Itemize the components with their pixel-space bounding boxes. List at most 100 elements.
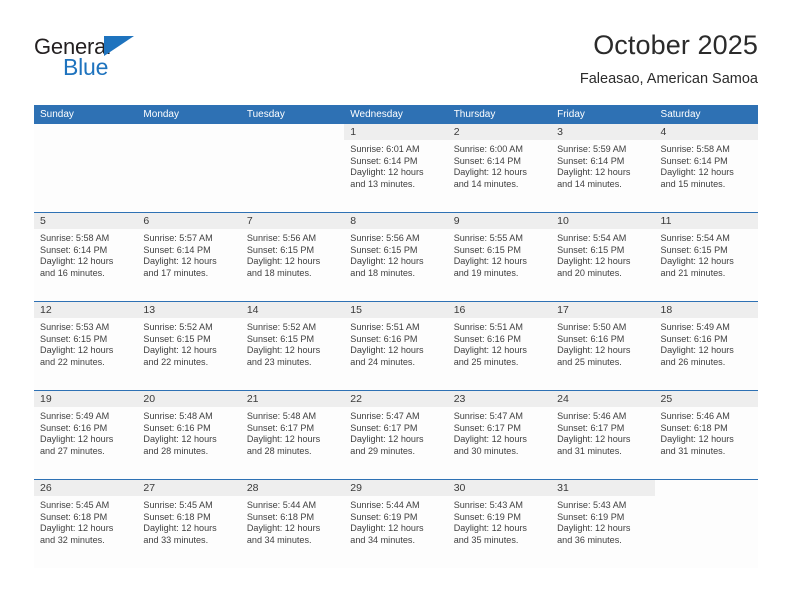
day-details: Sunrise: 5:44 AM Sunset: 6:19 PM Daylight:… bbox=[344, 496, 447, 547]
day-cell-10[interactable]: 10 Sunrise: 5:54 AM Sunset: 6:15 PM Dayligh… bbox=[551, 213, 655, 301]
sunrise-time: Sunrise: 5:56 AM bbox=[246, 233, 317, 243]
triangle-icon bbox=[104, 36, 134, 56]
daylight-line-1: Daylight: 12 hours bbox=[453, 256, 527, 267]
daylight-line-1: Daylight: 12 hours bbox=[350, 345, 424, 356]
sunrise-time: Sunrise: 5:51 AM bbox=[453, 322, 523, 332]
day-number: 27 bbox=[137, 480, 241, 496]
day-cell-11[interactable]: 11 Sunrise: 5:54 AM Sunset: 6:15 PM Dayligh… bbox=[654, 213, 758, 301]
day-cell-empty bbox=[654, 480, 758, 568]
day-cell-3[interactable]: 3 Sunrise: 5:59 AM Sunset: 6:14 PM Daylight… bbox=[551, 124, 655, 212]
day-cell-21[interactable]: 21 Sunrise: 5:48 AM Sunset: 6:17 PM Dayligh… bbox=[240, 391, 345, 479]
weekday-header-saturday: Saturday bbox=[660, 109, 701, 120]
weekday-header-row: Sunday Monday Tuesday Wednesday Thursday Frid… bbox=[34, 105, 758, 124]
daylight-line-1: Daylight: 12 hours bbox=[246, 256, 321, 267]
day-cell-6[interactable]: 6 Sunrise: 5:57 AM Sunset: 6:14 PM Daylight… bbox=[137, 213, 241, 301]
daylight-line-1: Daylight: 12 hours bbox=[246, 523, 321, 534]
sunrise-time: Sunrise: 5:52 AM bbox=[143, 322, 213, 332]
daylight-line-2: and 25 minutes. bbox=[453, 357, 519, 368]
day-details: Sunrise: 6:00 AM Sunset: 6:14 PM Daylight:… bbox=[448, 140, 551, 191]
day-details: Sunrise: 5:48 AM Sunset: 6:17 PM Daylight:… bbox=[241, 407, 344, 458]
page-header: General Blue October 2025 Faleasao, Amer… bbox=[34, 28, 758, 98]
daylight-line-2: and 19 minutes. bbox=[453, 268, 519, 279]
title-block: October 2025 Faleasao, American Samoa bbox=[580, 28, 758, 90]
day-cell-19[interactable]: 19 Sunrise: 5:49 AM Sunset: 6:16 PM Dayligh… bbox=[34, 391, 138, 479]
day-number: 29 bbox=[344, 480, 448, 496]
sunrise-time: Sunrise: 5:43 AM bbox=[557, 500, 627, 510]
daylight-line-1: Daylight: 12 hours bbox=[453, 523, 527, 534]
day-cell-22[interactable]: 22 Sunrise: 5:47 AM Sunset: 6:17 PM Dayligh… bbox=[344, 391, 448, 479]
day-cell-24[interactable]: 24 Sunrise: 5:46 AM Sunset: 6:17 PM Dayligh… bbox=[551, 391, 655, 479]
day-cell-5[interactable]: 5 Sunrise: 5:58 AM Sunset: 6:14 PM Daylight… bbox=[34, 213, 138, 301]
weekday-header-sunday: Sunday bbox=[40, 109, 74, 120]
day-cell-30[interactable]: 30 Sunrise: 5:43 AM Sunset: 6:19 PM Dayligh… bbox=[447, 480, 552, 568]
sunrise-time: Sunrise: 6:01 AM bbox=[350, 144, 420, 154]
sunset-time: Sunset: 6:14 PM bbox=[350, 155, 418, 166]
day-number: 24 bbox=[551, 391, 655, 407]
day-number bbox=[240, 124, 345, 140]
daylight-line-1: Daylight: 12 hours bbox=[246, 434, 321, 445]
day-cell-2[interactable]: 2 Sunrise: 6:00 AM Sunset: 6:14 PM Daylight… bbox=[447, 124, 552, 212]
daylight-line-2: and 15 minutes. bbox=[660, 179, 726, 190]
sunset-time: Sunset: 6:14 PM bbox=[453, 155, 521, 166]
day-cell-20[interactable]: 20 Sunrise: 5:48 AM Sunset: 6:16 PM Dayligh… bbox=[137, 391, 241, 479]
sunrise-time: Sunrise: 5:51 AM bbox=[350, 322, 420, 332]
day-cell-4[interactable]: 4 Sunrise: 5:58 AM Sunset: 6:14 PM Daylight… bbox=[654, 124, 758, 212]
day-cell-15[interactable]: 15 Sunrise: 5:51 AM Sunset: 6:16 PM Dayligh… bbox=[344, 302, 448, 390]
day-number: 13 bbox=[137, 302, 241, 318]
daylight-line-2: and 22 minutes. bbox=[40, 357, 105, 368]
day-cell-31[interactable]: 31 Sunrise: 5:43 AM Sunset: 6:19 PM Dayligh… bbox=[551, 480, 655, 568]
sunrise-time: Sunrise: 5:59 AM bbox=[557, 144, 627, 154]
day-cell-27[interactable]: 27 Sunrise: 5:45 AM Sunset: 6:18 PM Dayligh… bbox=[137, 480, 241, 568]
day-details: Sunrise: 6:01 AM Sunset: 6:14 PM Daylight:… bbox=[344, 140, 447, 191]
day-cell-empty bbox=[137, 124, 241, 212]
sunset-time: Sunset: 6:18 PM bbox=[246, 511, 315, 522]
day-cell-9[interactable]: 9 Sunrise: 5:55 AM Sunset: 6:15 PM Daylight… bbox=[447, 213, 552, 301]
sunset-time: Sunset: 6:16 PM bbox=[453, 333, 521, 344]
daylight-line-1: Daylight: 12 hours bbox=[246, 345, 321, 356]
calendar-week-row: 1 Sunrise: 6:01 AM Sunset: 6:14 PM Daylight… bbox=[34, 124, 758, 212]
weekday-header-wednesday: Wednesday bbox=[350, 109, 403, 120]
day-cell-18[interactable]: 18 Sunrise: 5:49 AM Sunset: 6:16 PM Dayligh… bbox=[654, 302, 758, 390]
page-title: October 2025 bbox=[593, 30, 758, 60]
general-blue-logo[interactable]: General Blue bbox=[34, 34, 234, 90]
daylight-line-1: Daylight: 12 hours bbox=[453, 434, 527, 445]
sunset-time: Sunset: 6:15 PM bbox=[143, 333, 211, 344]
day-details: Sunrise: 5:58 AM Sunset: 6:14 PM Daylight:… bbox=[655, 140, 758, 191]
sunrise-time: Sunrise: 5:50 AM bbox=[557, 322, 627, 332]
sunrise-time: Sunrise: 5:45 AM bbox=[143, 500, 213, 510]
day-cell-1[interactable]: 1 Sunrise: 6:01 AM Sunset: 6:14 PM Daylight… bbox=[344, 124, 448, 212]
day-number: 22 bbox=[344, 391, 448, 407]
daylight-line-2: and 18 minutes. bbox=[350, 268, 415, 279]
day-cell-13[interactable]: 13 Sunrise: 5:52 AM Sunset: 6:15 PM Dayligh… bbox=[137, 302, 241, 390]
daylight-line-2: and 33 minutes. bbox=[143, 535, 209, 546]
day-cell-25[interactable]: 25 Sunrise: 5:46 AM Sunset: 6:18 PM Dayligh… bbox=[654, 391, 758, 479]
day-cell-17[interactable]: 17 Sunrise: 5:50 AM Sunset: 6:16 PM Dayligh… bbox=[551, 302, 655, 390]
day-cell-14[interactable]: 14 Sunrise: 5:52 AM Sunset: 6:15 PM Dayligh… bbox=[240, 302, 345, 390]
day-number: 10 bbox=[551, 213, 655, 229]
daylight-line-1: Daylight: 12 hours bbox=[557, 256, 631, 267]
day-number: 4 bbox=[654, 124, 758, 140]
sunrise-time: Sunrise: 5:48 AM bbox=[246, 411, 317, 421]
daylight-line-2: and 25 minutes. bbox=[557, 357, 622, 368]
daylight-line-2: and 21 minutes. bbox=[660, 268, 726, 279]
day-cell-8[interactable]: 8 Sunrise: 5:56 AM Sunset: 6:15 PM Daylight… bbox=[344, 213, 448, 301]
logo-text-blue: Blue bbox=[63, 54, 109, 80]
daylight-line-2: and 18 minutes. bbox=[246, 268, 312, 279]
sunrise-time: Sunrise: 5:58 AM bbox=[40, 233, 110, 243]
day-details: Sunrise: 5:56 AM Sunset: 6:15 PM Daylight:… bbox=[344, 229, 447, 280]
day-cell-7[interactable]: 7 Sunrise: 5:56 AM Sunset: 6:15 PM Daylight… bbox=[240, 213, 345, 301]
day-cell-16[interactable]: 16 Sunrise: 5:51 AM Sunset: 6:16 PM Dayligh… bbox=[447, 302, 552, 390]
daylight-line-1: Daylight: 12 hours bbox=[453, 167, 527, 178]
sunrise-time: Sunrise: 5:58 AM bbox=[660, 144, 730, 154]
day-cell-28[interactable]: 28 Sunrise: 5:44 AM Sunset: 6:18 PM Dayligh… bbox=[240, 480, 345, 568]
day-number bbox=[654, 480, 758, 496]
day-cell-12[interactable]: 12 Sunrise: 5:53 AM Sunset: 6:15 PM Dayligh… bbox=[34, 302, 138, 390]
sunset-time: Sunset: 6:16 PM bbox=[660, 333, 728, 344]
day-number: 1 bbox=[344, 124, 448, 140]
daylight-line-1: Daylight: 12 hours bbox=[350, 167, 424, 178]
day-cell-23[interactable]: 23 Sunrise: 5:47 AM Sunset: 6:17 PM Dayligh… bbox=[447, 391, 552, 479]
day-details: Sunrise: 5:59 AM Sunset: 6:14 PM Daylight:… bbox=[551, 140, 654, 191]
daylight-line-1: Daylight: 12 hours bbox=[143, 434, 217, 445]
day-cell-26[interactable]: 26 Sunrise: 5:45 AM Sunset: 6:18 PM Dayligh… bbox=[34, 480, 138, 568]
day-cell-29[interactable]: 29 Sunrise: 5:44 AM Sunset: 6:19 PM Dayligh… bbox=[344, 480, 448, 568]
